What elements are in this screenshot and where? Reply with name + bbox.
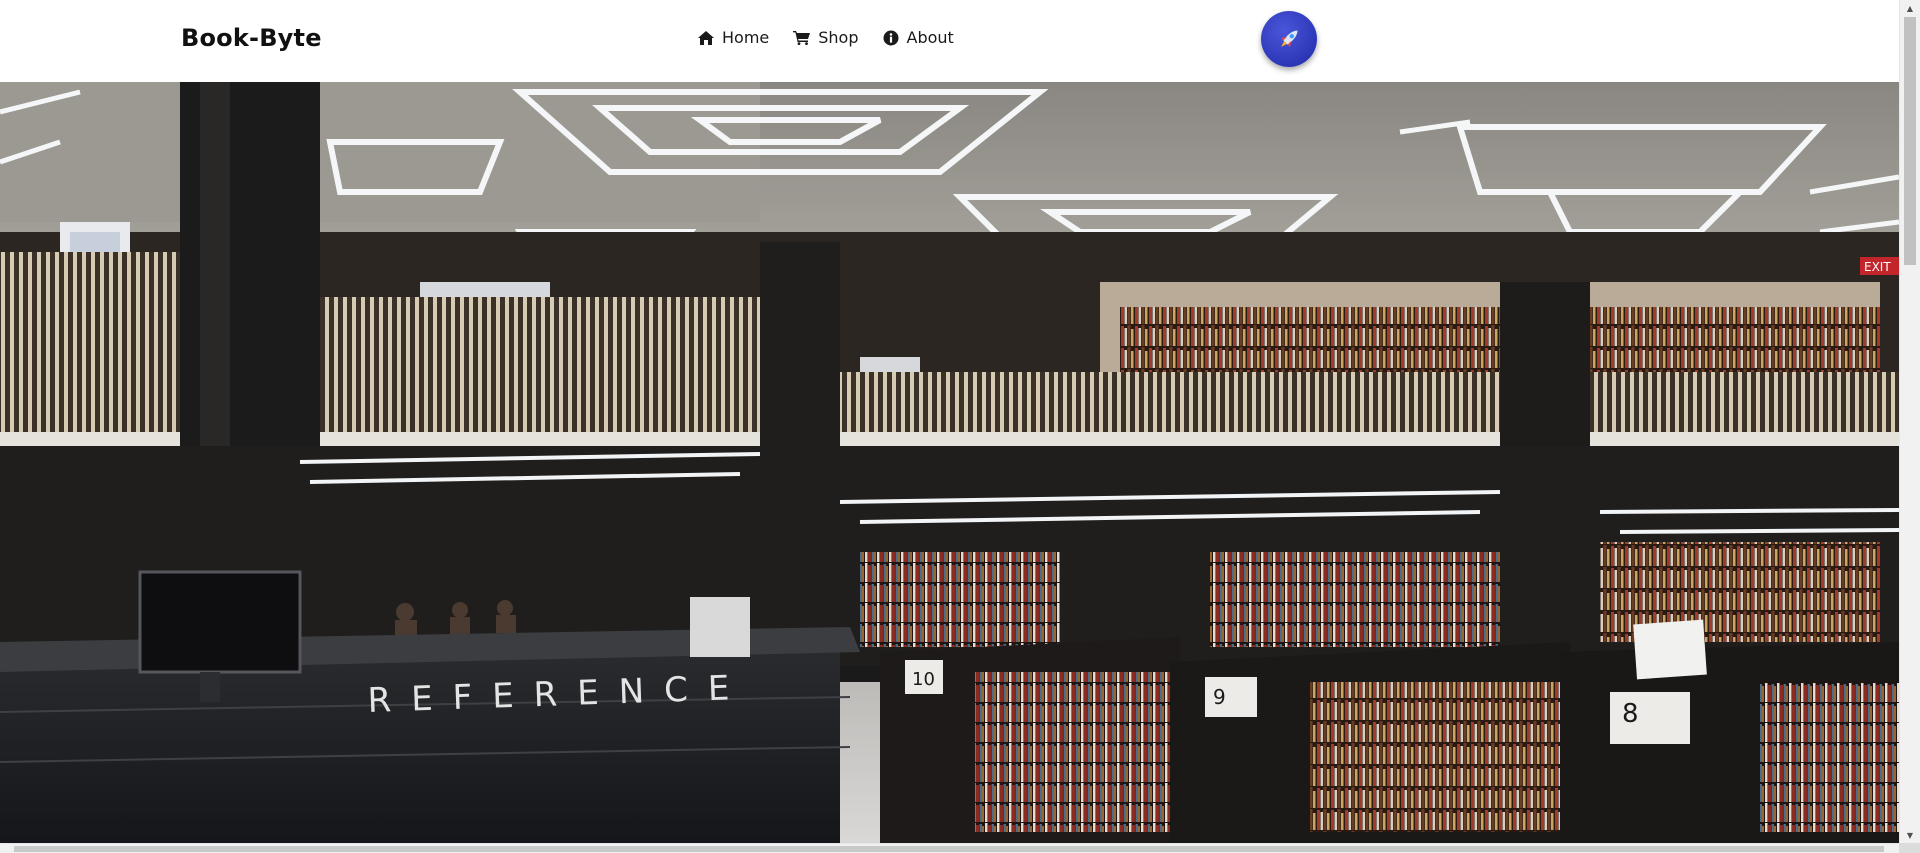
scroll-down-arrow-icon[interactable]: ▼ [1900, 827, 1920, 843]
library-reference-desk-photo: EXIT REFERENCE 10 9 8 [0, 82, 1899, 843]
rocket-action-button[interactable] [1261, 11, 1317, 67]
info-circle-icon [883, 30, 898, 45]
brand-logo-link[interactable]: Book-Byte [181, 24, 322, 52]
nav-about-label: About [906, 28, 954, 47]
top-navbar: Book-Byte Home Shop About [0, 0, 1899, 82]
horizontal-scroll-thumb[interactable] [14, 846, 1884, 852]
main-nav: Home Shop About [698, 28, 954, 47]
vertical-scroll-thumb[interactable] [1904, 17, 1916, 265]
shopping-cart-icon [793, 31, 811, 45]
nav-shop-link[interactable]: Shop [793, 28, 859, 47]
shelf-number-9: 9 [1213, 685, 1226, 709]
page: Book-Byte Home Shop About EXIT REFERENCE… [0, 0, 1920, 853]
nav-shop-label: Shop [818, 28, 859, 47]
horizontal-scrollbar[interactable] [0, 843, 1899, 853]
scroll-up-arrow-icon[interactable]: ▲ [1900, 0, 1920, 16]
exit-sign-text: EXIT [1864, 260, 1891, 274]
nav-home-label: Home [722, 28, 770, 47]
home-icon [698, 30, 714, 45]
shelf-number-8: 8 [1622, 699, 1639, 729]
scrollbar-corner [1899, 843, 1920, 853]
hero-banner: EXIT REFERENCE 10 9 8 [0, 82, 1899, 843]
nav-home-link[interactable]: Home [698, 28, 769, 47]
shelf-number-10: 10 [912, 669, 935, 690]
nav-about-link[interactable]: About [883, 28, 954, 47]
rocket-icon [1280, 30, 1298, 48]
vertical-scrollbar[interactable]: ▲ ▼ [1899, 0, 1920, 843]
